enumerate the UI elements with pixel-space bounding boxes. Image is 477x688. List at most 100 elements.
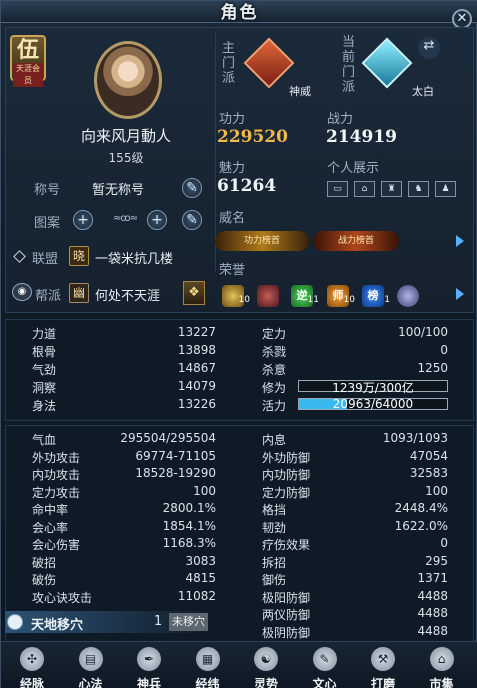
nav-item-6[interactable]: ⚒ 打磨 <box>356 644 410 688</box>
stat-value: 3083 <box>185 553 216 568</box>
attributes-table: 力道 13227 定力 100/100 根骨 13898 杀戮 0 气劲 14867 杀意 125… <box>5 319 474 421</box>
book-icon: ▤ <box>78 647 103 671</box>
edit-pattern-button[interactable]: ✎ <box>182 210 202 230</box>
honor-bang-icon[interactable]: 榜1 <box>362 285 390 307</box>
stat-name: 攻心诀攻击 <box>32 590 93 605</box>
pattern-ornament: ≈ꝏ≈ <box>113 213 138 224</box>
weapon-icon: ✒ <box>137 647 161 671</box>
stat-name: 御伤 <box>262 573 287 587</box>
alliance-label: 联盟 <box>32 252 59 267</box>
stat-name: 定力防御 <box>262 485 311 500</box>
main-sect-name: 神威 <box>289 85 311 98</box>
pen-icon: ✎ <box>186 212 198 228</box>
nav-label: 心法 <box>78 677 103 688</box>
nav-label: 经脉 <box>19 677 44 688</box>
table-row: 身法 13226 活力 20963/64000 <box>6 396 473 414</box>
add-pattern-button-1[interactable]: + <box>73 210 93 230</box>
stat-value: 4488 <box>417 623 448 638</box>
nickname-value: 暂无称号 <box>92 183 145 198</box>
table-row: 洞察 14079 修为 1239万/300亿 <box>6 378 473 396</box>
spirit-icon: ☯ <box>254 647 278 671</box>
current-sect-label: 当前门派 <box>342 35 356 95</box>
stat-value: 18528-19290 <box>135 466 216 480</box>
fame-title-1[interactable]: 功力榜首 <box>215 231 309 251</box>
pattern-label: 图案 <box>34 216 61 231</box>
fame-title-2[interactable]: 战力榜首 <box>313 231 399 251</box>
close-button[interactable]: ✕ <box>452 9 472 29</box>
display-card-icon[interactable]: ▭ <box>327 181 348 197</box>
vip-badge[interactable]: 伍 天涯会员 <box>10 35 46 87</box>
honor-shi-icon[interactable]: 师 10 <box>327 285 355 307</box>
vitality-value: 20963/64000 <box>332 397 414 411</box>
stat-value: 295504/295504 <box>120 431 216 445</box>
stat-name: 破招 <box>32 555 57 570</box>
nav-item-2[interactable]: ✒ 神兵 <box>122 644 176 688</box>
honor-mask-icon[interactable] <box>257 285 279 307</box>
guild-name[interactable]: 何处不天涯 <box>95 285 160 304</box>
rank-icon[interactable]: ❖ <box>183 281 205 305</box>
edit-nickname-button[interactable]: ✎ <box>182 178 202 198</box>
stat-name: 外功攻击 <box>32 450 81 465</box>
fame-next-arrow-icon[interactable] <box>456 235 464 247</box>
plus-icon: + <box>77 212 89 228</box>
switch-sect-button[interactable]: ⇄ <box>418 37 440 59</box>
vitality-bar: 20963/64000 <box>298 397 448 411</box>
stat-name: 定力攻击 <box>32 485 81 500</box>
nav-item-0[interactable]: ✣ 经脉 <box>5 644 59 688</box>
alliance-name[interactable]: 一袋米抗几楼 <box>95 248 173 267</box>
nav-label: 经纬 <box>195 677 220 688</box>
nav-label: 文心 <box>312 677 337 688</box>
table-row: 破伤 4815 御伤 1371 <box>6 570 473 588</box>
add-pattern-button-2[interactable]: + <box>147 210 167 230</box>
stat-value: 2448.4% <box>394 501 448 515</box>
display-castle-icon[interactable]: ♜ <box>381 181 402 197</box>
nav-label: 神兵 <box>136 677 161 688</box>
table-row: 定力攻击 100 定力防御 100 <box>6 483 473 501</box>
swap-icon: ⇄ <box>423 38 435 53</box>
nav-item-1[interactable]: ▤ 心法 <box>64 644 118 688</box>
tiandi-label: 天地移穴 <box>31 618 84 633</box>
nickname-label: 称号 <box>34 183 61 198</box>
honor-ni-icon[interactable]: 逆 11 <box>291 285 319 307</box>
guild-emblem-icon: 幽 <box>69 283 89 303</box>
honor-next-arrow-icon[interactable] <box>456 288 464 300</box>
table-row: 会心伤害 1168.3% 疗伤效果 0 <box>6 535 473 553</box>
stat-name: 破伤 <box>32 573 57 587</box>
stat-value: 69774-71105 <box>135 448 216 463</box>
zhanli-label: 战力 <box>327 112 354 127</box>
nav-label: 灵势 <box>253 677 278 688</box>
player-name: 向来风月動人 <box>80 127 171 145</box>
stat-value: 2800.1% <box>162 501 216 515</box>
stat-name: 两仪防御 <box>262 608 311 622</box>
display-robe-icon[interactable]: ♟ <box>435 181 456 197</box>
nav-item-4[interactable]: ☯ 灵势 <box>239 644 293 688</box>
nav-item-3[interactable]: ▦ 经纬 <box>181 644 235 688</box>
brush-icon: ✎ <box>312 647 337 671</box>
honor-medal-icon[interactable]: 10 <box>222 285 250 307</box>
vip-level: 伍 <box>16 37 39 63</box>
stat-value: 1093/1093 <box>382 431 448 445</box>
nav-item-5[interactable]: ✎ 文心 <box>298 644 352 688</box>
stat-name: 韧劲 <box>262 520 287 535</box>
honor-label: 荣誉 <box>219 263 246 278</box>
display-house-icon[interactable]: ⌂ <box>354 181 375 197</box>
stat-name: 气血 <box>32 433 57 447</box>
stat-value: 32583 <box>409 466 448 480</box>
nav-item-7[interactable]: ⌂ 市集 <box>415 644 469 688</box>
table-row: 力道 13227 定力 100/100 <box>32 325 448 341</box>
gongli-label: 功力 <box>219 112 246 127</box>
stat-value: 4488 <box>417 606 448 620</box>
tiandi-status[interactable]: 未移穴 <box>169 613 208 631</box>
table-row: 气血 295504/295504 内息 1093/1093 <box>6 430 473 448</box>
stat-value: 0 <box>440 536 448 550</box>
stat-value: 295 <box>425 553 448 568</box>
table-row: 破招 3083 拆招 295 <box>6 553 473 571</box>
honor-gem-icon[interactable] <box>397 285 419 307</box>
avatar[interactable] <box>94 41 162 119</box>
main-sect-label: 主门派 <box>222 41 236 86</box>
stat-value: 1371 <box>417 571 448 585</box>
bottom-nav: ✣ 经脉 ▤ 心法 ✒ 神兵 ▦ 经纬 ☯ 灵势 ✎ 文心 ⚒ 打磨 ⌂ 市集 <box>1 641 477 688</box>
display-horse-icon[interactable]: ♞ <box>408 181 429 197</box>
stat-name: 疗伤效果 <box>262 538 311 552</box>
stat-name: 命中率 <box>32 503 69 517</box>
